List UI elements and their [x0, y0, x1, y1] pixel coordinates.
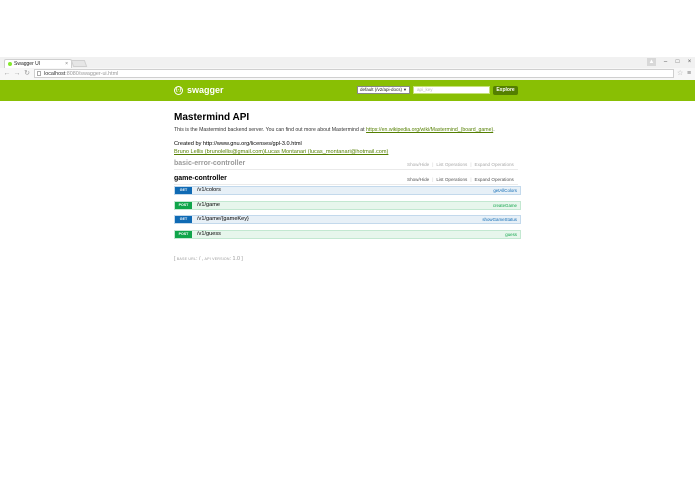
url-text[interactable]: localhost:8080/swagger-ui.html: [44, 70, 118, 78]
browser-tab[interactable]: Swagger UI ×: [4, 59, 72, 68]
api-title: Mastermind API: [174, 112, 250, 123]
operation-path[interactable]: /v1/colors: [197, 187, 221, 194]
http-method-badge: POST: [175, 231, 192, 238]
api-version-label: API VERSION: [204, 257, 230, 261]
chevron-down-icon: ▼: [403, 87, 407, 92]
contact-link-bruno[interactable]: Bruno Lellis (brunolellis@gmail.com): [174, 149, 265, 155]
api-version-value: 1.0: [232, 256, 240, 262]
swagger-logo-text[interactable]: swagger: [187, 84, 224, 96]
operation-path[interactable]: /v1/guess: [197, 231, 221, 238]
tab-strip: [0, 57, 695, 68]
operation-nickname[interactable]: guess: [505, 231, 517, 238]
contact-link-lucas[interactable]: Lucas Montanari (lucas_montanari@hotmail…: [265, 149, 389, 155]
spec-select-value: default (/v2/api-docs): [360, 87, 403, 92]
swagger-logo-icon[interactable]: {-}: [174, 86, 183, 95]
reload-icon[interactable]: ↻: [23, 70, 31, 78]
base-url-value: /: [198, 256, 201, 262]
url-host: localhost: [44, 71, 66, 77]
swagger-favicon-icon: [8, 62, 12, 66]
expand-operations-link[interactable]: Expand Operations: [475, 177, 514, 182]
new-tab-button[interactable]: [70, 60, 88, 67]
list-operations-link[interactable]: List Operations: [436, 177, 467, 182]
contact-links: Bruno Lellis (brunolellis@gmail.com)Luca…: [174, 148, 388, 156]
operation-nickname[interactable]: createGame: [493, 202, 517, 209]
minimize-button[interactable]: –: [661, 58, 670, 66]
swagger-header: [0, 80, 695, 101]
list-operations-link[interactable]: List Operations: [436, 162, 467, 167]
wikipedia-link[interactable]: https://en.wikipedia.org/wiki/Mastermind…: [366, 127, 493, 133]
description-suffix: .: [493, 127, 495, 133]
operation-nickname[interactable]: getAllColors: [493, 187, 517, 194]
spec-select[interactable]: default (/v2/api-docs) ▼: [357, 86, 410, 94]
base-url-label: BASE URL: [176, 257, 197, 261]
operation-get-game-status[interactable]: GET /v1/game/{gameKey} showGameStatus: [174, 215, 521, 224]
description-text: This is the Mastermind backend server. Y…: [174, 127, 367, 133]
forward-arrow-icon[interactable]: →: [13, 70, 21, 78]
user-profile-icon[interactable]: ▲: [647, 58, 656, 66]
http-method-badge: POST: [175, 202, 192, 209]
browser-menu-icon[interactable]: ≡: [687, 69, 691, 78]
operation-post-game[interactable]: POST /v1/game createGame: [174, 201, 521, 210]
api-description: This is the Mastermind backend server. Y…: [174, 127, 495, 134]
url-path: :8080/swagger-ui.html: [65, 71, 119, 77]
bookmark-star-icon[interactable]: ☆: [677, 69, 683, 78]
show-hide-link[interactable]: Show/Hide: [407, 162, 429, 167]
page-icon: [37, 71, 41, 76]
expand-operations-link[interactable]: Expand Operations: [475, 162, 514, 167]
api-key-input[interactable]: api_key: [413, 86, 490, 94]
created-by-text: Created by http://www.gnu.org/licenses/g…: [174, 141, 302, 147]
close-window-button[interactable]: ×: [685, 58, 694, 66]
resource-actions: Show/Hide | List Operations | Expand Operati…: [407, 177, 514, 182]
resource-heading-game-controller[interactable]: game-controller: [174, 174, 227, 183]
resource-heading-basic-error-controller[interactable]: basic-error-controller: [174, 159, 245, 168]
operation-get-colors[interactable]: GET /v1/colors getAllColors: [174, 186, 521, 195]
footer: [ BASE URL: / , API VERSION: 1.0 ]: [174, 256, 243, 262]
explore-button[interactable]: Explore: [493, 86, 518, 95]
operation-nickname[interactable]: showGameStatus: [482, 216, 517, 223]
operation-post-guess[interactable]: POST /v1/guess guess: [174, 230, 521, 239]
divider: [174, 169, 518, 170]
maximize-button[interactable]: □: [673, 58, 682, 66]
divider: [174, 184, 518, 185]
operation-path[interactable]: /v1/game/{gameKey}: [197, 216, 249, 223]
show-hide-link[interactable]: Show/Hide: [407, 177, 429, 182]
address-bar[interactable]: localhost:8080/swagger-ui.html: [34, 69, 674, 78]
back-arrow-icon[interactable]: ←: [3, 70, 11, 78]
operation-path[interactable]: /v1/game: [197, 202, 220, 209]
http-method-badge: GET: [175, 216, 192, 223]
http-method-badge: GET: [175, 187, 192, 194]
resource-actions: Show/Hide | List Operations | Expand Operati…: [407, 162, 514, 167]
